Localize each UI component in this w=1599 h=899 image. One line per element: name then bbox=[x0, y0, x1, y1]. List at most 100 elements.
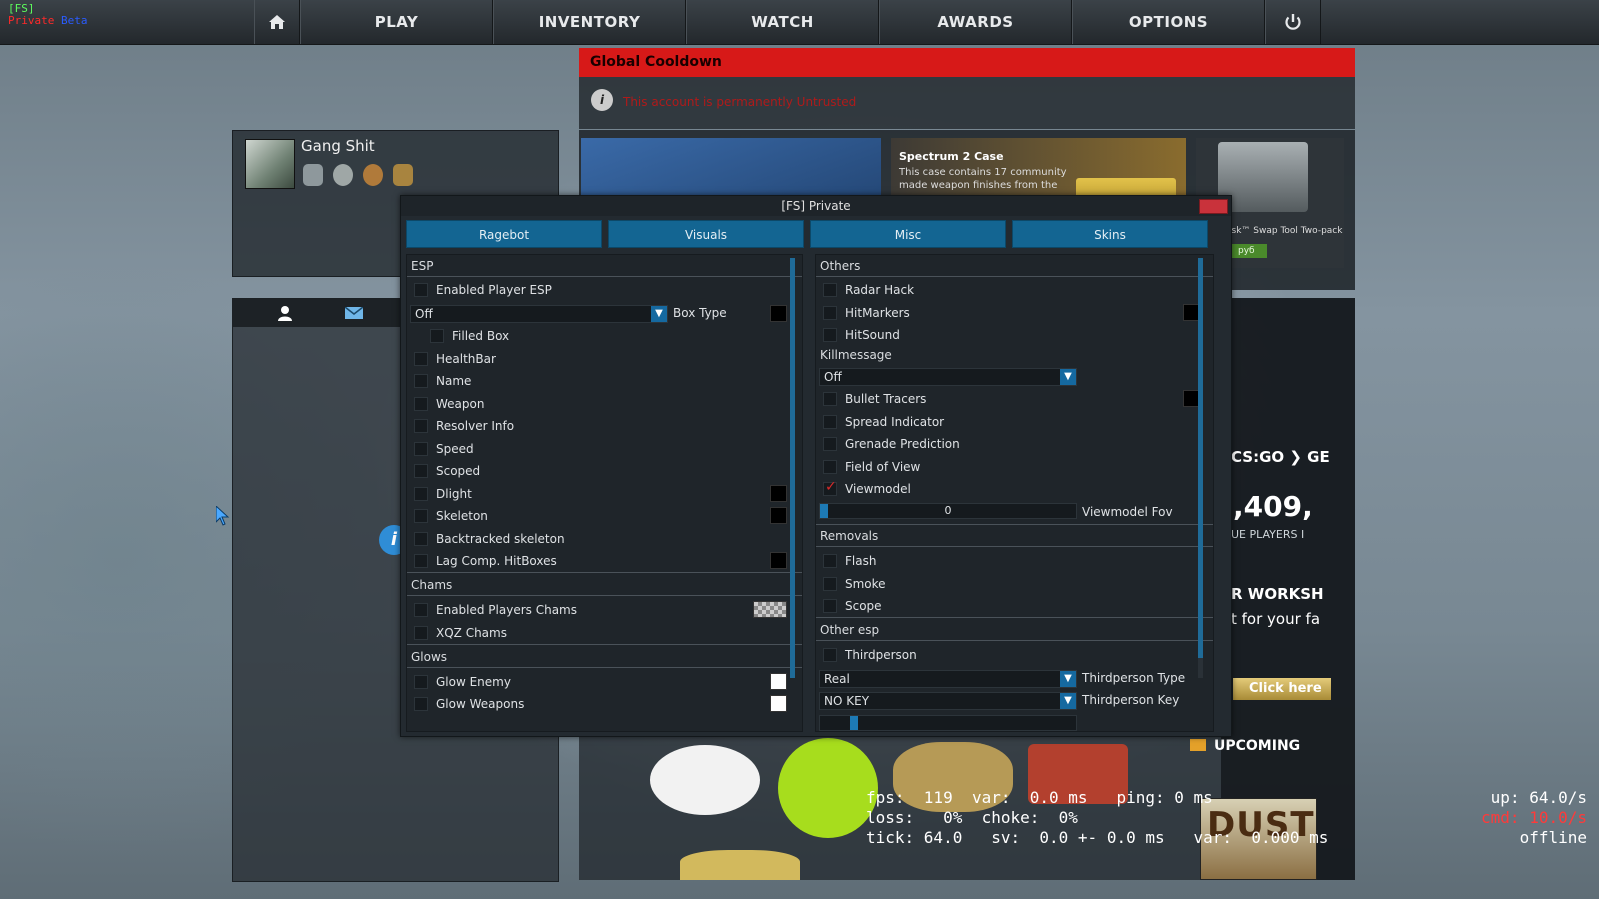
tab-ragebot[interactable]: Ragebot bbox=[406, 220, 602, 248]
option-weapon[interactable]: Weapon bbox=[414, 396, 802, 414]
option-scoped[interactable]: Scoped bbox=[414, 463, 802, 481]
checkbox[interactable] bbox=[414, 603, 428, 617]
close-button[interactable] bbox=[1199, 199, 1228, 214]
option-resolver-info[interactable]: Resolver Info bbox=[414, 418, 802, 436]
checkbox[interactable] bbox=[414, 509, 428, 523]
checkbox[interactable] bbox=[823, 577, 837, 591]
friends-icon[interactable] bbox=[277, 305, 293, 321]
option-grenade-prediction[interactable]: Grenade Prediction bbox=[823, 436, 1213, 454]
checkbox[interactable] bbox=[823, 554, 837, 568]
checkbox[interactable] bbox=[414, 419, 428, 433]
checkbox[interactable] bbox=[414, 283, 428, 297]
nav-inventory[interactable]: INVENTORY bbox=[493, 0, 686, 44]
checkbox[interactable] bbox=[823, 392, 837, 406]
thirdperson-distance-slider[interactable] bbox=[819, 715, 1077, 731]
box-color-swatch[interactable] bbox=[770, 305, 787, 322]
netgraph-up: up: 64.0/s bbox=[1490, 788, 1587, 807]
option-bullet-tracers[interactable]: Bullet Tracers bbox=[823, 391, 1213, 409]
checkbox[interactable] bbox=[414, 554, 428, 568]
nav-watch[interactable]: WATCH bbox=[686, 0, 879, 44]
option-viewmodel[interactable]: Viewmodel bbox=[823, 479, 1213, 499]
power-button[interactable] bbox=[1265, 0, 1321, 44]
checkbox[interactable] bbox=[823, 415, 837, 429]
option-name[interactable]: Name bbox=[414, 373, 802, 391]
click-here-button[interactable]: Click here bbox=[1233, 678, 1331, 700]
tab-skins[interactable]: Skins bbox=[1012, 220, 1208, 248]
nav-play[interactable]: PLAY bbox=[300, 0, 493, 44]
menu-title[interactable]: [FS] Private bbox=[401, 196, 1231, 216]
option-backtracked-skeleton[interactable]: Backtracked skeleton bbox=[414, 531, 802, 549]
checkbox[interactable] bbox=[430, 329, 444, 343]
hitbox-color-swatch[interactable] bbox=[770, 552, 787, 569]
glow-weapons-color-swatch[interactable] bbox=[770, 695, 787, 712]
checkbox[interactable] bbox=[414, 675, 428, 689]
option-enabled-players-chams[interactable]: Enabled Players Chams bbox=[414, 602, 802, 620]
checkbox[interactable] bbox=[414, 487, 428, 501]
checkbox[interactable] bbox=[414, 442, 428, 456]
mail-icon[interactable] bbox=[345, 307, 363, 319]
skeleton-color-swatch[interactable] bbox=[770, 507, 787, 524]
box-type-dropdown[interactable]: Off ▼ bbox=[410, 305, 668, 323]
thirdperson-type-dropdown[interactable]: Real ▼ bbox=[819, 670, 1077, 688]
scroll-thumb[interactable] bbox=[790, 258, 795, 678]
option-smoke[interactable]: Smoke bbox=[823, 576, 1213, 594]
checkbox[interactable] bbox=[823, 599, 837, 613]
checkbox[interactable] bbox=[823, 283, 837, 297]
option-glow-enemy[interactable]: Glow Enemy bbox=[414, 674, 802, 692]
option-lag-comp-hitboxes[interactable]: Lag Comp. HitBoxes bbox=[414, 553, 802, 571]
nav-options[interactable]: OPTIONS bbox=[1072, 0, 1265, 44]
left-scrollbar[interactable] bbox=[790, 258, 795, 678]
option-skeleton[interactable]: Skeleton bbox=[414, 508, 802, 526]
tab-misc[interactable]: Misc bbox=[810, 220, 1006, 248]
checkbox[interactable] bbox=[414, 697, 428, 711]
option-spread-indicator[interactable]: Spread Indicator bbox=[823, 414, 1213, 432]
medal-icon[interactable] bbox=[333, 164, 353, 186]
option-healthbar[interactable]: HealthBar bbox=[414, 351, 802, 369]
checkbox[interactable] bbox=[823, 328, 837, 342]
medal-icon[interactable] bbox=[363, 164, 383, 186]
option-flash[interactable]: Flash bbox=[823, 553, 1213, 571]
checkbox[interactable] bbox=[414, 352, 428, 366]
option-filled-box[interactable]: Filled Box bbox=[430, 328, 802, 346]
viewmodel-fov-slider[interactable]: 0 bbox=[819, 503, 1077, 519]
profile-name[interactable]: Gang Shit bbox=[301, 137, 375, 155]
scroll-thumb[interactable] bbox=[1198, 258, 1203, 658]
cheat-menu-window[interactable]: [FS] Private Ragebot Visuals Misc Skins … bbox=[400, 195, 1232, 737]
option-enabled-player-esp[interactable]: Enabled Player ESP bbox=[414, 282, 802, 300]
option-hitmarkers[interactable]: HitMarkers bbox=[823, 305, 1213, 323]
price-badge[interactable]: руб bbox=[1226, 244, 1267, 258]
chams-color-swatch[interactable] bbox=[753, 601, 787, 618]
checkbox[interactable] bbox=[823, 479, 837, 496]
checkbox[interactable] bbox=[823, 306, 837, 320]
slider-handle[interactable] bbox=[850, 716, 858, 730]
stats-header[interactable]: CS:GO ❯ GE bbox=[1231, 448, 1330, 466]
thirdperson-key-dropdown[interactable]: NO KEY ▼ bbox=[819, 692, 1077, 710]
dlight-color-swatch[interactable] bbox=[770, 485, 787, 502]
checkbox[interactable] bbox=[823, 648, 837, 662]
checkbox[interactable] bbox=[414, 626, 428, 640]
checkbox[interactable] bbox=[823, 437, 837, 451]
killmessage-dropdown[interactable]: Off ▼ bbox=[819, 368, 1077, 386]
checkbox[interactable] bbox=[414, 464, 428, 478]
glow-enemy-color-swatch[interactable] bbox=[770, 673, 787, 690]
option-dlight[interactable]: Dlight bbox=[414, 486, 802, 504]
avatar[interactable] bbox=[245, 139, 295, 189]
option-glow-weapons[interactable]: Glow Weapons bbox=[414, 696, 802, 714]
home-button[interactable] bbox=[254, 0, 300, 44]
tab-visuals[interactable]: Visuals bbox=[608, 220, 804, 248]
option-xqz-chams[interactable]: XQZ Chams bbox=[414, 625, 802, 643]
medal-icon[interactable] bbox=[393, 164, 413, 186]
checkbox[interactable] bbox=[414, 374, 428, 388]
checkbox[interactable] bbox=[414, 397, 428, 411]
option-hitsound[interactable]: HitSound bbox=[823, 327, 1213, 345]
option-field-of-view[interactable]: Field of View bbox=[823, 459, 1213, 477]
checkbox[interactable] bbox=[414, 532, 428, 546]
option-speed[interactable]: Speed bbox=[414, 441, 802, 459]
nav-awards[interactable]: AWARDS bbox=[879, 0, 1072, 44]
checkbox[interactable] bbox=[823, 460, 837, 474]
option-scope[interactable]: Scope bbox=[823, 598, 1213, 616]
option-radar-hack[interactable]: Radar Hack bbox=[823, 282, 1213, 300]
medal-icon[interactable] bbox=[303, 164, 323, 186]
right-scrollbar[interactable] bbox=[1198, 258, 1203, 678]
option-thirdperson[interactable]: Thirdperson bbox=[823, 647, 1213, 665]
